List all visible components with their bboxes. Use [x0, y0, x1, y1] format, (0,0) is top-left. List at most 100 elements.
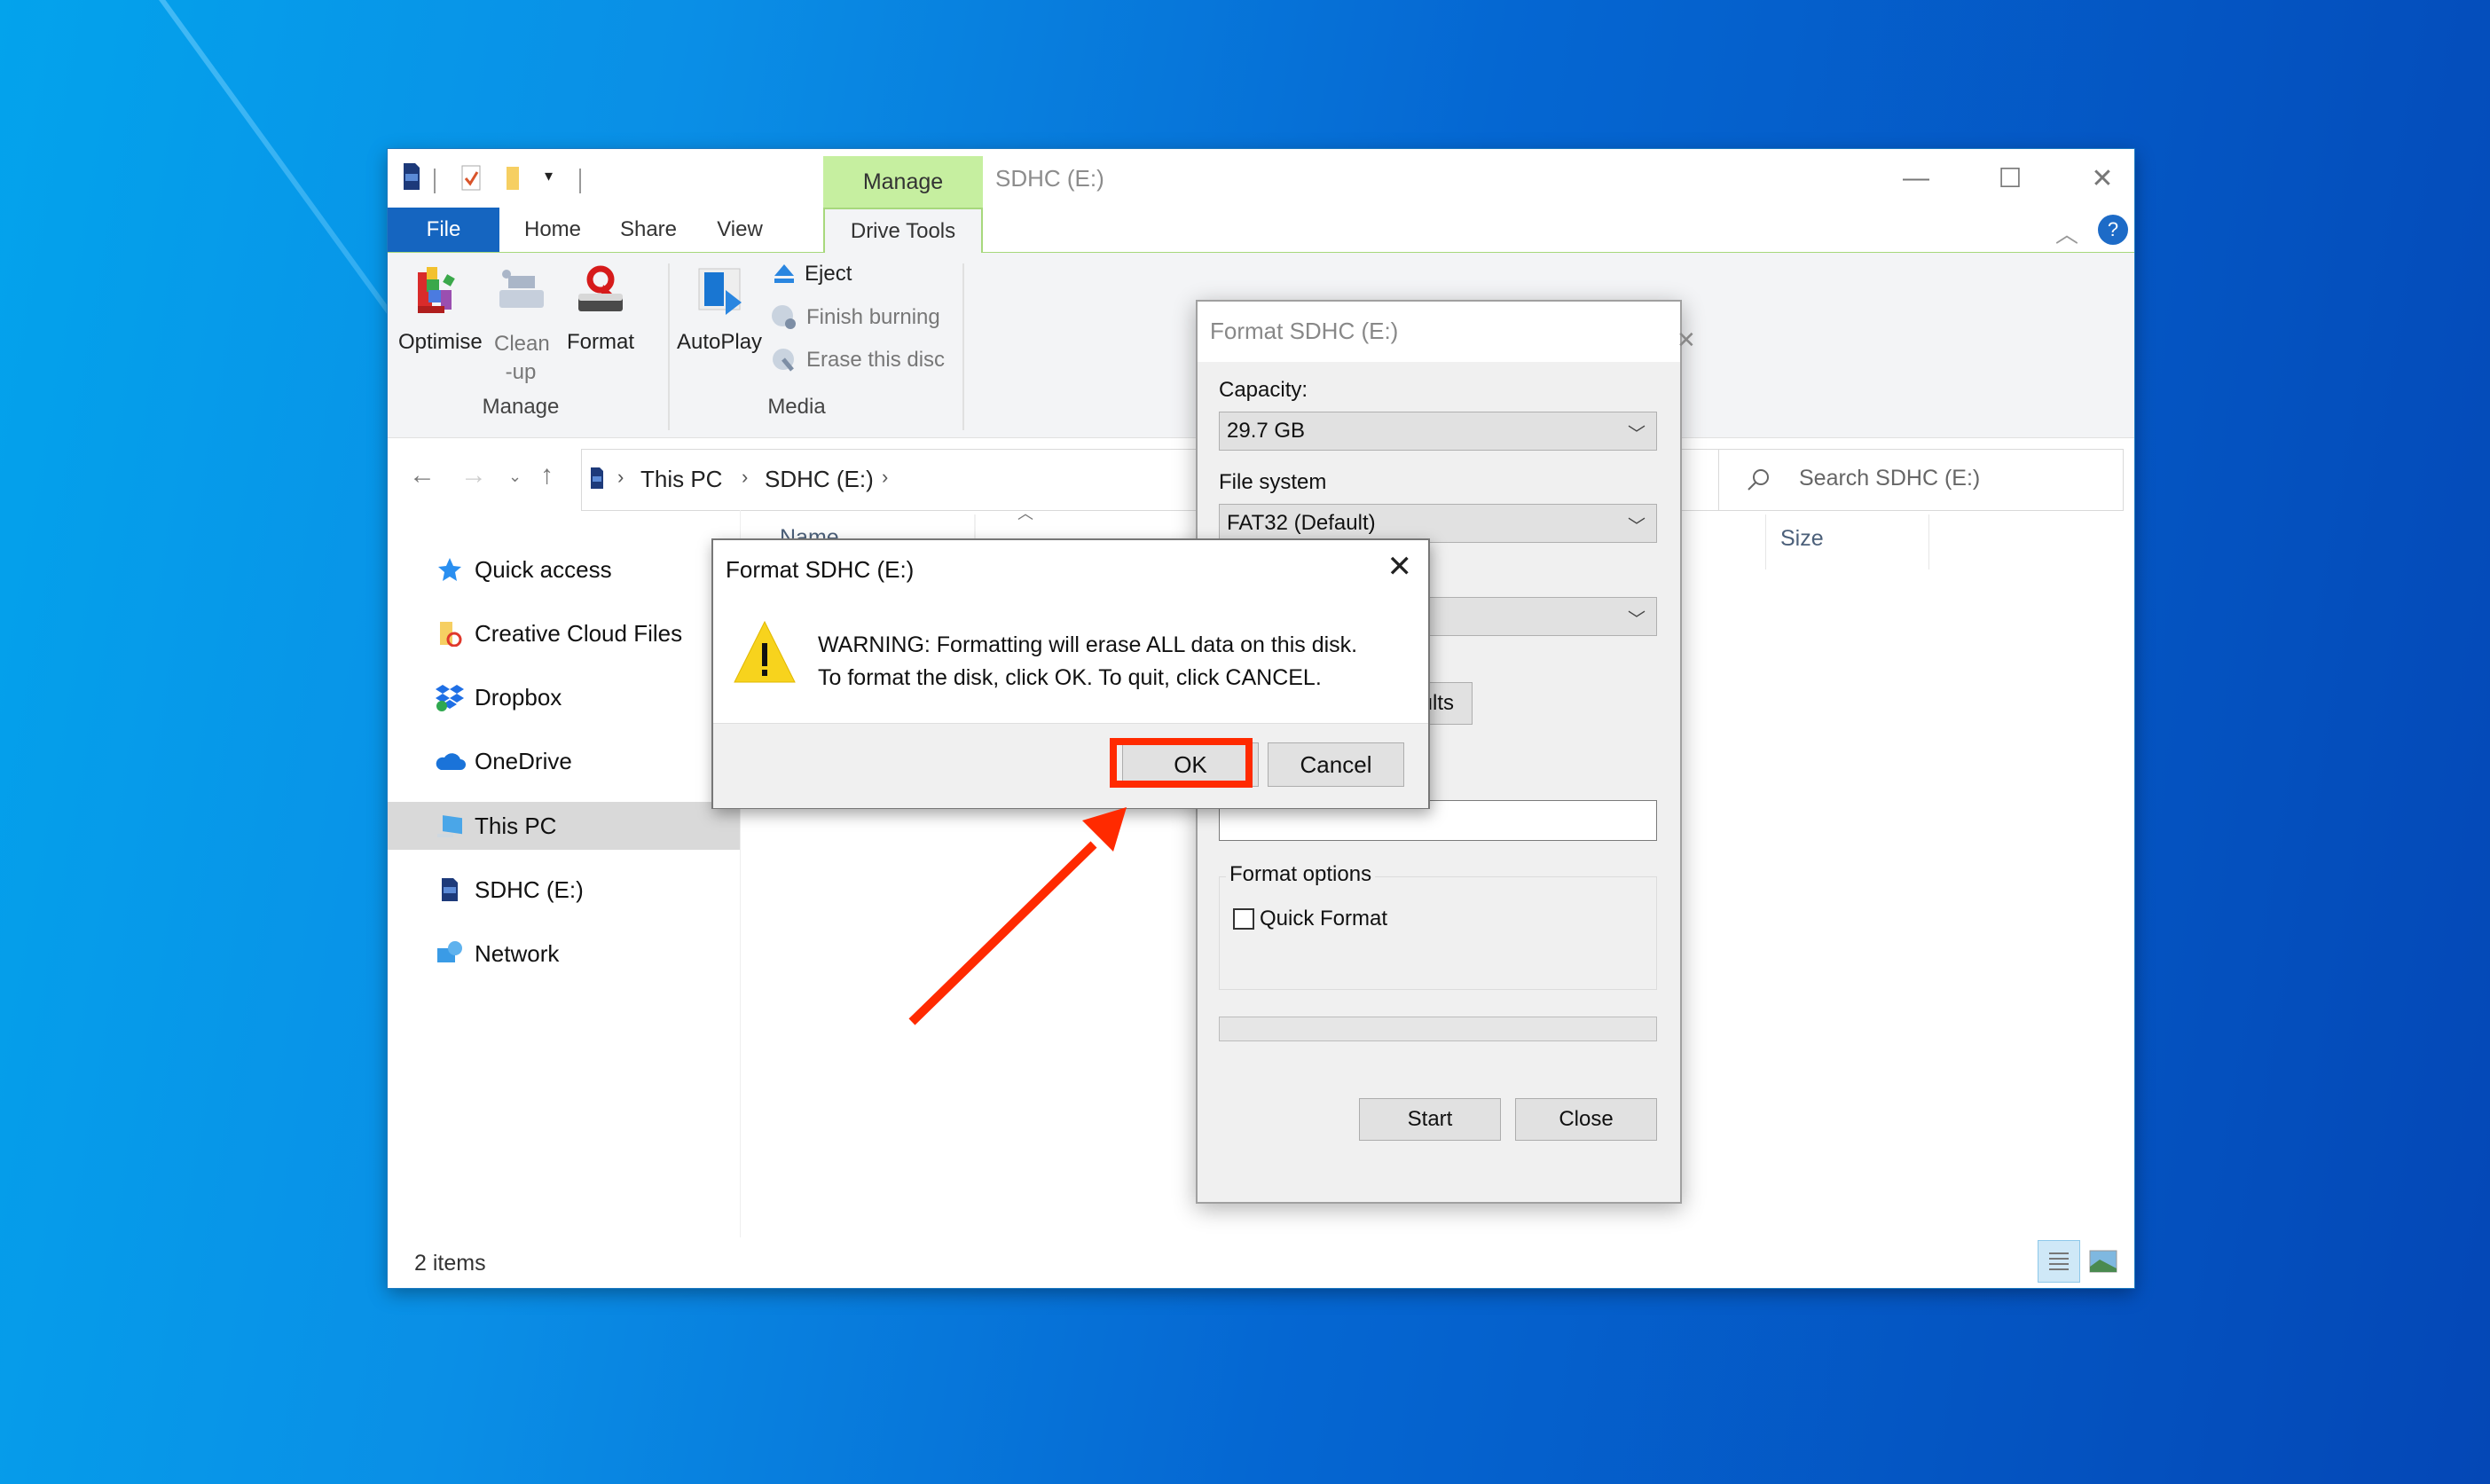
- optimise-button[interactable]: Optimise: [398, 263, 483, 355]
- details-view-button[interactable]: [2038, 1240, 2080, 1283]
- eject-button[interactable]: Eject: [773, 262, 852, 287]
- properties-icon[interactable]: [460, 165, 483, 192]
- new-folder-icon[interactable]: [505, 165, 522, 192]
- nav-item-onedrive[interactable]: OneDrive: [388, 737, 740, 785]
- cancel-button[interactable]: Cancel: [1268, 742, 1404, 787]
- details-view-icon: [2049, 1252, 2069, 1270]
- chevron-down-icon: ﹀: [1628, 425, 1646, 444]
- quick-format-label: Quick Format: [1260, 907, 1388, 930]
- warning-dialog-close-button[interactable]: ✕: [1387, 549, 1413, 585]
- breadcrumb-separator-icon: ›: [882, 466, 889, 488]
- nav-item-this-pc[interactable]: This PC: [388, 802, 740, 850]
- help-icon[interactable]: ?: [2098, 215, 2128, 245]
- chevron-down-icon: ﹀: [1628, 517, 1646, 537]
- nav-item-label: Quick access: [475, 555, 612, 583]
- disk-cleanup-icon: [499, 270, 544, 308]
- search-placeholder: Search SDHC (E:): [1799, 466, 1981, 491]
- tab-home[interactable]: Home: [508, 208, 597, 252]
- nav-item-quick-access[interactable]: Quick access: [388, 546, 740, 593]
- sd-card-icon: [591, 467, 603, 489]
- search-box[interactable]: Search SDHC (E:): [1718, 449, 2124, 511]
- ribbon-tab-bar: File Home Share View Drive Tools ︿ ?: [388, 208, 2134, 254]
- format-drive-icon: [578, 265, 623, 311]
- capacity-select[interactable]: 29.7 GB ﹀: [1219, 412, 1657, 451]
- sort-ascending-icon: ︿: [1017, 505, 1033, 522]
- warning-message-line1: WARNING: Formatting will erase ALL data …: [818, 632, 1358, 657]
- quick-format-checkbox[interactable]: [1233, 908, 1254, 930]
- warning-icon: [734, 620, 796, 683]
- tab-drive-tools[interactable]: Drive Tools: [823, 208, 983, 254]
- window-title: SDHC (E:): [995, 165, 1104, 192]
- context-tab-manage[interactable]: Manage: [823, 156, 983, 208]
- up-button[interactable]: ↑: [540, 460, 554, 491]
- warning-message: WARNING: Formatting will erase ALL data …: [818, 629, 1357, 695]
- format-dialog-title: Format SDHC (E:): [1210, 318, 1399, 344]
- chevron-down-icon: ﹀: [1628, 610, 1646, 630]
- star-icon: [434, 554, 466, 585]
- back-arrow-icon: ←: [409, 460, 436, 490]
- format-button[interactable]: Format: [562, 263, 640, 355]
- search-icon: [1748, 469, 1769, 491]
- tab-view[interactable]: View: [700, 208, 780, 252]
- file-system-select[interactable]: FAT32 (Default) ﹀: [1219, 504, 1657, 543]
- format-label: Format: [566, 330, 634, 354]
- optimise-icon: [418, 267, 455, 313]
- format-progress-bar: [1219, 1017, 1657, 1041]
- large-icons-view-icon: [2089, 1250, 2117, 1273]
- erase-disc-button[interactable]: Erase this disc: [771, 347, 945, 373]
- title-bar: ▾ Manage SDHC (E:) — ☐ ✕: [388, 149, 2134, 208]
- dropbox-icon: [434, 681, 466, 713]
- nav-item-network[interactable]: Network: [388, 930, 740, 978]
- breadcrumb-this-pc[interactable]: This PC: [640, 466, 722, 493]
- breadcrumb-sdhc[interactable]: SDHC (E:): [765, 466, 874, 493]
- close-button[interactable]: Close: [1515, 1098, 1657, 1141]
- erase-disc-label: Erase this disc: [806, 348, 946, 372]
- start-button[interactable]: Start: [1359, 1098, 1501, 1141]
- nav-item-label: Creative Cloud Files: [475, 619, 683, 647]
- item-count: 2 items: [414, 1251, 486, 1276]
- nav-item-sdhc[interactable]: SDHC (E:): [388, 866, 740, 914]
- eject-icon: [774, 264, 794, 283]
- breadcrumb-separator-icon: ›: [617, 466, 624, 488]
- capacity-label: Capacity:: [1219, 378, 1308, 402]
- minimize-icon: —: [1903, 163, 1929, 192]
- column-divider: [1765, 514, 1766, 569]
- tab-file[interactable]: File: [388, 208, 499, 252]
- minimize-button[interactable]: —: [1881, 156, 1952, 200]
- nav-item-dropbox[interactable]: Dropbox: [388, 673, 740, 721]
- nav-item-creative-cloud-files[interactable]: Creative Cloud Files: [388, 609, 740, 657]
- status-bar: 2 items: [388, 1240, 2134, 1288]
- finish-burning-disc-icon: [772, 305, 796, 329]
- nav-item-label: SDHC (E:): [475, 875, 584, 903]
- format-options-group: [1219, 876, 1657, 990]
- forward-button[interactable]: →: [460, 460, 487, 491]
- finish-burning-button[interactable]: Finish burning: [771, 304, 940, 331]
- computer-icon: [434, 810, 466, 842]
- customize-toolbar-dropdown-icon[interactable]: ▾: [545, 167, 553, 185]
- nav-item-label: OneDrive: [475, 747, 572, 774]
- file-system-label: File system: [1219, 470, 1327, 494]
- navigation-pane: Quick access Creative Cloud Files Dropbo…: [388, 510, 741, 1237]
- cleanup-label-line2: -up: [505, 360, 537, 384]
- close-window-button[interactable]: ✕: [2067, 156, 2138, 200]
- format-dialog-title-bar: Format SDHC (E:) ✕: [1198, 302, 1696, 362]
- recent-locations-button[interactable]: ⌄: [508, 467, 522, 486]
- collapse-ribbon-icon[interactable]: ︿: [2055, 216, 2078, 249]
- tab-share[interactable]: Share: [604, 208, 693, 252]
- cleanup-button[interactable]: Clean -up: [494, 263, 550, 387]
- ok-highlight-annotation: [1110, 738, 1253, 788]
- format-options-label: Format options: [1226, 862, 1376, 887]
- maximize-button[interactable]: ☐: [1975, 156, 2046, 200]
- nav-item-label: Network: [475, 939, 560, 967]
- toolbar-separator: [579, 169, 581, 193]
- ribbon-group-separator: [668, 263, 670, 430]
- erase-disc-icon: [773, 349, 794, 372]
- autoplay-button[interactable]: AutoPlay: [677, 263, 762, 355]
- finish-burning-label: Finish burning: [806, 305, 940, 329]
- file-system-value: FAT32 (Default): [1227, 511, 1376, 535]
- up-arrow-icon: ↑: [540, 460, 554, 490]
- column-header-size[interactable]: Size: [1780, 526, 1824, 552]
- back-button[interactable]: ←: [409, 460, 436, 491]
- large-icons-view-button[interactable]: [2087, 1245, 2119, 1277]
- creative-cloud-folder-icon: [434, 617, 466, 649]
